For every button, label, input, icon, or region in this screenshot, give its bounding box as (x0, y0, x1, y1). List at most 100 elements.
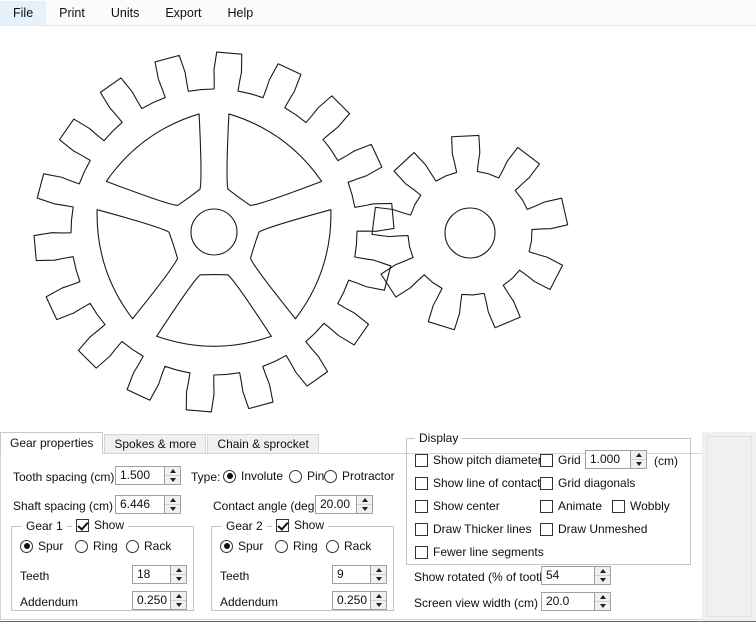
grid-checkbox[interactable] (540, 453, 553, 467)
fewer-line-segments-checkbox[interactable] (415, 545, 428, 559)
show-rotated-decrement-button[interactable] (595, 576, 610, 584)
gear1-shape-spur[interactable]: Spur (20, 539, 63, 553)
grid-size-decrement-button[interactable] (631, 460, 646, 468)
gear1-shape-ring[interactable]: Ring (75, 539, 118, 553)
screen-view-width-stepper[interactable]: 20.0 (541, 592, 611, 611)
gear2-teeth-stepper-buttons[interactable] (370, 566, 386, 583)
show-pitch-diameter-checkbox[interactable] (415, 453, 428, 467)
show-rotated-stepper[interactable]: 54 (541, 566, 611, 585)
gear1-ring-radio[interactable] (75, 539, 88, 553)
show-line-of-contact-checkbox[interactable] (415, 476, 428, 490)
grid-diagonals-checkbox[interactable] (540, 476, 553, 490)
type-option-pin[interactable]: Pin (289, 469, 324, 483)
animate-toggle[interactable]: Animate (540, 499, 602, 513)
wobbly-toggle[interactable]: Wobbly (612, 499, 670, 513)
gear1-show-checkbox[interactable] (76, 518, 89, 532)
show-pitch-diameter-toggle[interactable]: Show pitch diameter (415, 453, 542, 467)
gear2-shape-rack[interactable]: Rack (326, 539, 371, 553)
gear1-teeth-decrement-button[interactable] (171, 575, 186, 583)
tooth-spacing-increment-button[interactable] (165, 467, 180, 476)
type-option-protractor[interactable]: Protractor (324, 469, 395, 483)
screen-view-width-decrement-button[interactable] (595, 602, 610, 610)
grid-size-stepper[interactable]: 1.000 (585, 450, 647, 469)
menu-item-print[interactable]: Print (46, 1, 98, 25)
show-line-of-contact-toggle[interactable]: Show line of contact (415, 476, 540, 490)
grid-size-increment-button[interactable] (631, 451, 646, 460)
menu-item-export[interactable]: Export (152, 1, 214, 25)
grid-size-value[interactable]: 1.000 (586, 451, 630, 468)
animate-checkbox[interactable] (540, 499, 553, 513)
contact-angle-stepper[interactable]: 20.00 (315, 495, 373, 514)
gear1-addendum-increment-button[interactable] (171, 592, 186, 601)
show-rotated-increment-button[interactable] (595, 567, 610, 576)
gear2-addendum-value[interactable]: 0.250 (333, 592, 370, 609)
show-rotated-value[interactable]: 54 (542, 567, 594, 584)
gear2-show-checkbox[interactable] (276, 518, 289, 532)
gear2-teeth-decrement-button[interactable] (371, 575, 386, 583)
show-rotated-stepper-buttons[interactable] (594, 567, 610, 584)
gear1-addendum-stepper[interactable]: 0.250 (132, 591, 187, 610)
tab-spokes-and-more[interactable]: Spokes & more (104, 434, 207, 454)
gear2-rack-radio[interactable] (326, 539, 339, 553)
shaft-spacing-stepper[interactable]: 6.446 (115, 495, 181, 514)
contact-angle-stepper-buttons[interactable] (356, 496, 372, 513)
gear1-shape-rack[interactable]: Rack (126, 539, 171, 553)
menu-item-units[interactable]: Units (98, 1, 152, 25)
menu-item-file[interactable]: File (0, 0, 47, 25)
wobbly-checkbox[interactable] (612, 499, 625, 513)
menu-item-help[interactable]: Help (214, 1, 266, 25)
tab-gear-properties[interactable]: Gear properties (0, 432, 104, 454)
type-option-involute[interactable]: Involute (223, 469, 283, 483)
gear2-addendum-stepper-buttons[interactable] (370, 592, 386, 609)
gear2-ring-radio[interactable] (275, 539, 288, 553)
grid-toggle[interactable]: Grid (540, 453, 581, 467)
screen-view-width-value[interactable]: 20.0 (542, 593, 594, 610)
gear1-addendum-value[interactable]: 0.250 (133, 592, 170, 609)
gear2-addendum-decrement-button[interactable] (371, 601, 386, 609)
gear1-spur-radio[interactable] (20, 539, 33, 553)
screen-view-width-stepper-buttons[interactable] (594, 593, 610, 610)
show-center-toggle[interactable]: Show center (415, 499, 500, 513)
draw-unmeshed-toggle[interactable]: Draw Unmeshed (540, 522, 647, 536)
gear1-show-toggle[interactable]: Show (72, 518, 129, 532)
tooth-spacing-decrement-button[interactable] (165, 476, 180, 484)
type-involute-radio[interactable] (223, 469, 236, 483)
contact-angle-value[interactable]: 20.00 (316, 496, 356, 513)
gear2-shape-spur[interactable]: Spur (220, 539, 263, 553)
show-center-checkbox[interactable] (415, 499, 428, 513)
gear2-teeth-value[interactable]: 9 (333, 566, 370, 583)
draw-unmeshed-checkbox[interactable] (540, 522, 553, 536)
gear2-show-toggle[interactable]: Show (272, 518, 329, 532)
draw-thicker-lines-toggle[interactable]: Draw Thicker lines (415, 522, 531, 536)
gear2-teeth-stepper[interactable]: 9 (332, 565, 387, 584)
tab-chain-and-sprocket[interactable]: Chain & sprocket (207, 434, 319, 454)
fewer-line-segments-toggle[interactable]: Fewer line segments (415, 545, 544, 559)
tooth-spacing-stepper[interactable]: 1.500 (115, 466, 181, 485)
shaft-spacing-stepper-buttons[interactable] (164, 496, 180, 513)
gear1-teeth-value[interactable]: 18 (133, 566, 170, 583)
gear1-teeth-stepper-buttons[interactable] (170, 566, 186, 583)
gear1-teeth-stepper[interactable]: 18 (132, 565, 187, 584)
shaft-spacing-decrement-button[interactable] (165, 505, 180, 513)
gear2-spur-radio[interactable] (220, 539, 233, 553)
gear2-shape-ring[interactable]: Ring (275, 539, 318, 553)
screen-view-width-increment-button[interactable] (595, 593, 610, 602)
gear1-teeth-increment-button[interactable] (171, 566, 186, 575)
contact-angle-increment-button[interactable] (357, 496, 372, 505)
gear1-addendum-stepper-buttons[interactable] (170, 592, 186, 609)
type-pin-radio[interactable] (289, 469, 302, 483)
shaft-spacing-increment-button[interactable] (165, 496, 180, 505)
tooth-spacing-value[interactable]: 1.500 (116, 467, 164, 484)
contact-angle-decrement-button[interactable] (357, 505, 372, 513)
grid-size-stepper-buttons[interactable] (630, 451, 646, 468)
gear2-teeth-increment-button[interactable] (371, 566, 386, 575)
gear1-addendum-decrement-button[interactable] (171, 601, 186, 609)
tooth-spacing-stepper-buttons[interactable] (164, 467, 180, 484)
draw-thicker-lines-checkbox[interactable] (415, 522, 428, 536)
grid-diagonals-toggle[interactable]: Grid diagonals (540, 476, 635, 490)
gear1-rack-radio[interactable] (126, 539, 139, 553)
gear2-addendum-stepper[interactable]: 0.250 (332, 591, 387, 610)
type-protractor-radio[interactable] (324, 469, 337, 483)
gear-drawing-canvas[interactable] (0, 27, 756, 430)
shaft-spacing-value[interactable]: 6.446 (116, 496, 164, 513)
